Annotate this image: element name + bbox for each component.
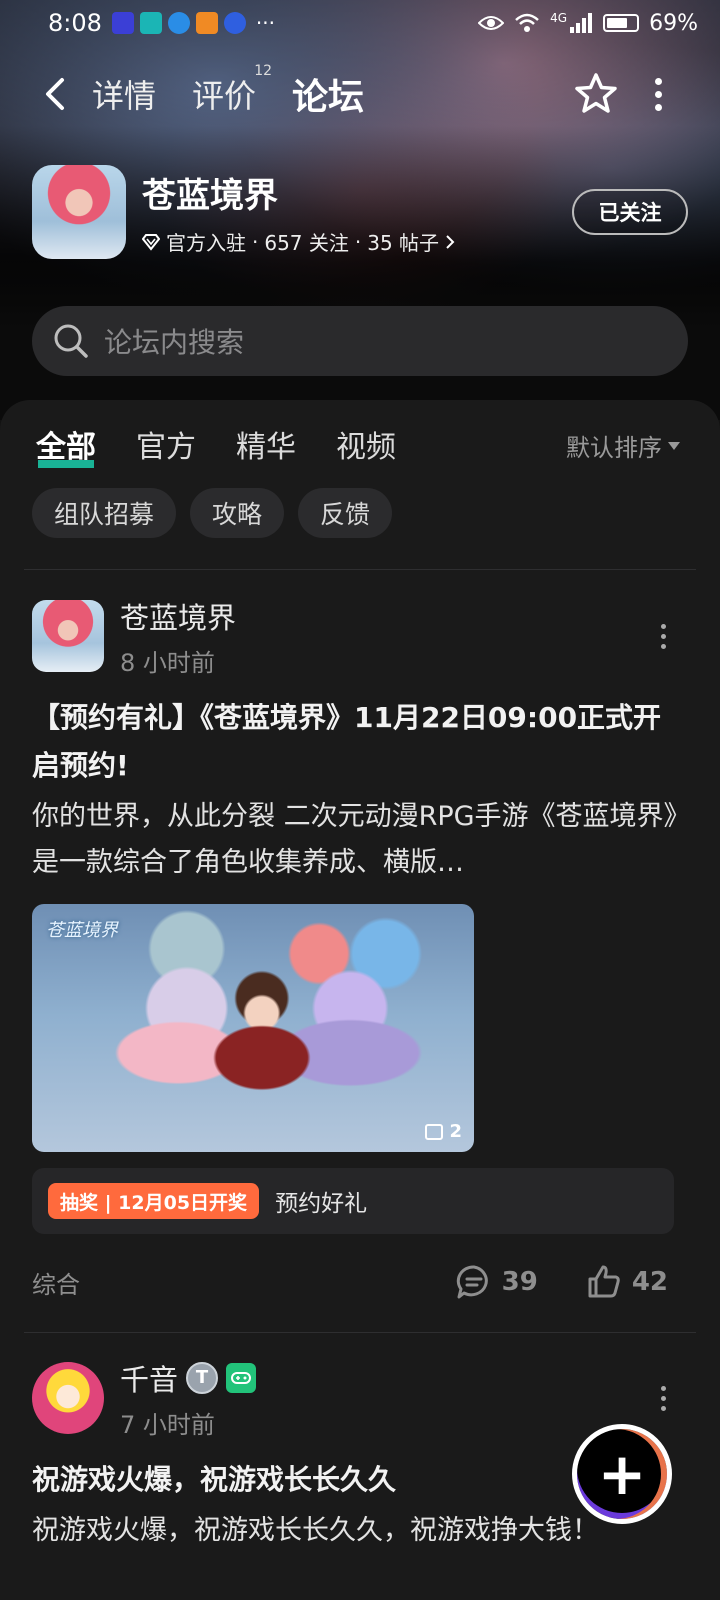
official-diamond-icon (142, 233, 160, 251)
sort-label: 默认排序 (566, 434, 662, 462)
nav-actions (573, 71, 662, 117)
stats-separator: · (354, 229, 362, 254)
image-count: 2 (425, 1121, 462, 1142)
sort-dropdown[interactable]: 默认排序 (566, 428, 680, 463)
forum-content: 全部 官方 精华 视频 默认排序 组队招募 攻略 反馈 苍蓝境界 8 小时前 【… (0, 400, 720, 1600)
back-arrow-icon (46, 78, 64, 110)
status-right: 4G 69% (478, 11, 698, 36)
user-level-badge: T (186, 1361, 219, 1394)
tab-reviews[interactable]: 评价 12 (192, 63, 272, 117)
author-block: 苍蓝境界 8 小时前 (120, 595, 236, 678)
game-icon[interactable] (32, 165, 126, 259)
post-title[interactable]: 【预约有礼】《苍蓝境界》11月22日09:00正式开启预约! (32, 694, 688, 790)
game-header: 苍蓝境界 官方入驻 · 657 关注 · 35 帖子 已关注 (32, 164, 688, 260)
gamepad-badge-icon (226, 1362, 257, 1393)
image-logo: 苍蓝境界 (46, 920, 118, 941)
post-body[interactable]: 祝游戏火爆，祝游戏长长久久，祝游戏挣大钱！ (32, 1508, 688, 1554)
post-time: 7 小时前 (120, 1410, 215, 1439)
post-image[interactable]: 苍蓝境界 2 (32, 904, 474, 1152)
post-category[interactable]: 综合 (32, 1265, 80, 1300)
game-meta: 苍蓝境界 官方入驻 · 657 关注 · 35 帖子 (142, 168, 455, 256)
forum-search-input[interactable]: 论坛内搜索 (32, 306, 688, 376)
game-title: 苍蓝境界 (142, 176, 278, 216)
photo-icon (195, 12, 218, 34)
network-type: 4G (550, 11, 568, 25)
chip-feedback[interactable]: 反馈 (298, 488, 393, 538)
post-footer: 综合 39 42 (32, 1262, 688, 1302)
status-time: 8:08 (48, 9, 102, 37)
lottery-tag: 抽奖 | 12月05日开奖 (48, 1183, 260, 1219)
post-card[interactable]: 苍蓝境界 8 小时前 【预约有礼】《苍蓝境界》11月22日09:00正式开启预约… (32, 600, 688, 1302)
caret-down-icon (668, 441, 680, 450)
paytm-icon (111, 12, 134, 34)
chip-team-recruit[interactable]: 组队招募 (32, 488, 177, 538)
like-button[interactable]: 42 (586, 1264, 668, 1300)
notification-icons: ··· (111, 11, 275, 35)
comment-icon (456, 1265, 488, 1299)
bulb-icon (223, 12, 246, 34)
favorite-star-icon[interactable] (573, 71, 619, 117)
post-body[interactable]: 你的世界，从此分裂 二次元动漫RPG手游《苍蓝境界》是一款综合了角色收集养成、横… (32, 794, 688, 886)
create-post-button[interactable]: + (572, 1424, 672, 1524)
topic-chips: 组队招募 攻略 反馈 (32, 488, 393, 538)
tab-forum[interactable]: 论坛 (288, 68, 369, 120)
avatar[interactable] (32, 600, 104, 672)
category-tab-official[interactable]: 官方 (136, 422, 196, 466)
reviews-count-badge: 12 (254, 63, 273, 79)
category-tab-video[interactable]: 视频 (336, 422, 396, 466)
post-time: 8 小时前 (120, 648, 215, 677)
battery-percent: 69% (649, 10, 698, 36)
eye-icon (478, 16, 505, 30)
more-options-icon[interactable] (655, 77, 662, 111)
signal-icon (570, 13, 593, 33)
author-name[interactable]: 千音 T (120, 1357, 257, 1399)
category-tabs: 全部 官方 精华 视频 (36, 422, 396, 468)
category-tab-all[interactable]: 全部 (36, 422, 96, 468)
search-icon (54, 324, 88, 358)
post-header: 千音 T 7 小时前 (32, 1361, 688, 1439)
search-placeholder: 论坛内搜索 (104, 326, 245, 359)
author-block: 千音 T 7 小时前 (120, 1357, 257, 1440)
wifi-icon (515, 13, 539, 32)
comment-button[interactable]: 39 (456, 1264, 538, 1300)
battery-icon (603, 14, 640, 32)
divider (24, 569, 696, 570)
game-stats[interactable]: 官方入驻 · 657 关注 · 35 帖子 (142, 227, 455, 256)
status-bar: 8:08 ··· 4G 69% (0, 0, 720, 46)
post-more-icon[interactable] (661, 1385, 666, 1411)
stats-separator: · (252, 229, 259, 254)
category-tab-featured[interactable]: 精华 (236, 422, 296, 466)
post-actions: 39 42 (456, 1264, 668, 1300)
chip-guides[interactable]: 攻略 (190, 488, 285, 538)
tab-details[interactable]: 详情 (92, 71, 156, 117)
plus-icon: + (597, 1440, 647, 1508)
divider (24, 1332, 696, 1333)
followers-count: 657 关注 (264, 231, 349, 255)
chevron-right-icon (446, 234, 455, 249)
top-navigation: 详情 评价 12 论坛 (0, 62, 720, 126)
lottery-card[interactable]: 抽奖 | 12月05日开奖 预约好礼 (32, 1168, 674, 1234)
follow-button[interactable]: 已关注 (572, 189, 688, 235)
cloud-icon (167, 12, 190, 34)
avatar[interactable] (32, 1362, 104, 1434)
thumbs-up-icon (588, 1265, 620, 1298)
posts-count: 35 帖子 (367, 231, 440, 255)
post-header: 苍蓝境界 8 小时前 (32, 600, 688, 677)
official-label: 官方入驻 (166, 231, 246, 255)
lottery-text: 预约好礼 (275, 1191, 368, 1217)
top-icon (139, 12, 162, 34)
more-notifications-icon: ··· (255, 11, 275, 35)
back-button[interactable] (30, 69, 80, 119)
image-icon (425, 1123, 444, 1140)
post-more-icon[interactable] (661, 623, 666, 649)
author-name[interactable]: 苍蓝境界 (120, 595, 236, 637)
